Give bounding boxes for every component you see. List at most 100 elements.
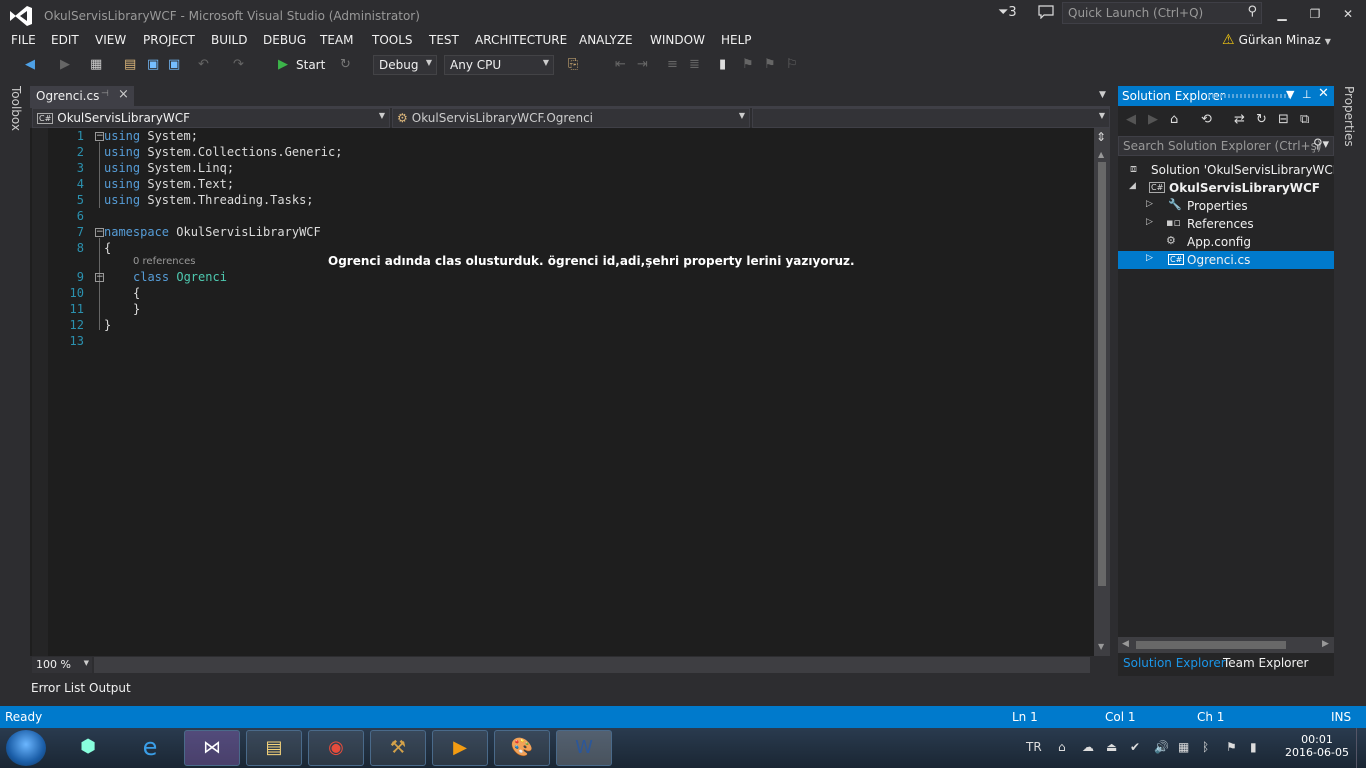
network-share-icon[interactable]: ⌂ bbox=[1058, 740, 1066, 754]
show-all-files-icon[interactable]: ⧉ bbox=[1300, 112, 1309, 127]
tray-app-icon[interactable]: ☁ bbox=[1082, 740, 1094, 754]
maximize-button[interactable]: ❐ bbox=[1303, 3, 1327, 25]
solution-platform-select[interactable]: Any CPU ▼ bbox=[444, 55, 554, 75]
start-button[interactable]: Start bbox=[296, 58, 325, 72]
user-account[interactable]: ⚠ Gürkan Minaz ▼ bbox=[1222, 32, 1331, 48]
paint-icon[interactable]: 🎨 bbox=[494, 730, 550, 766]
quick-launch-input[interactable]: Quick Launch (Ctrl+Q) ⚲ bbox=[1062, 2, 1262, 24]
tree-item-properties[interactable]: ▷ 🔧 Properties bbox=[1118, 197, 1334, 215]
comment-icon[interactable]: ≡ bbox=[667, 57, 678, 72]
input-language[interactable]: TR bbox=[1026, 740, 1042, 754]
action-center-icon[interactable]: ⚑ bbox=[1226, 740, 1237, 754]
properties-tab[interactable]: Properties bbox=[1342, 86, 1356, 147]
outdent-icon[interactable]: ⇥ bbox=[637, 57, 648, 72]
menu-project[interactable]: PROJECT bbox=[143, 33, 195, 47]
open-file-icon[interactable]: ▤ bbox=[124, 57, 136, 72]
collapsed-icon[interactable]: ▷ bbox=[1146, 199, 1153, 209]
scroll-down-icon[interactable]: ▼ bbox=[1098, 642, 1104, 651]
history-icon[interactable]: ⟲ bbox=[1201, 112, 1212, 127]
save-all-icon[interactable]: ▣ bbox=[168, 57, 180, 72]
forward-icon[interactable]: ▶ bbox=[60, 57, 70, 72]
play-icon[interactable]: ▶ bbox=[278, 57, 288, 72]
menu-team[interactable]: TEAM bbox=[320, 33, 353, 47]
drag-grip[interactable] bbox=[1208, 94, 1292, 98]
sync-icon[interactable]: ⇄ bbox=[1234, 112, 1245, 127]
close-icon[interactable]: ✕ bbox=[1318, 86, 1329, 101]
collapsed-icon[interactable]: ▷ bbox=[1146, 217, 1153, 227]
tab-list-dropdown-icon[interactable]: ▼ bbox=[1099, 90, 1106, 100]
menu-build[interactable]: BUILD bbox=[211, 33, 247, 47]
member-dropdown[interactable]: ▼ bbox=[752, 108, 1110, 128]
show-desktop-button[interactable] bbox=[1356, 728, 1366, 768]
codelens-references[interactable]: 0 references bbox=[133, 256, 196, 267]
tools-app-icon[interactable]: ⚒ bbox=[370, 730, 426, 766]
refresh-icon[interactable]: ↻ bbox=[1256, 112, 1267, 127]
safely-remove-icon[interactable]: ⏏ bbox=[1106, 740, 1117, 754]
bluetooth-icon[interactable]: ᛒ bbox=[1202, 740, 1209, 754]
menu-tools[interactable]: TOOLS bbox=[372, 33, 413, 47]
chrome-icon[interactable]: ◉ bbox=[308, 730, 364, 766]
save-icon[interactable]: ▣ bbox=[147, 57, 159, 72]
zoom-select[interactable]: 100 % ▼ bbox=[32, 657, 92, 673]
menu-view[interactable]: VIEW bbox=[95, 33, 126, 47]
expanded-icon[interactable]: ◢ bbox=[1129, 181, 1136, 191]
uncomment-icon[interactable]: ≣ bbox=[689, 57, 700, 72]
clear-bookmarks-icon[interactable]: ⚐ bbox=[786, 57, 798, 72]
tree-item-solution[interactable]: ⧈ Solution 'OkulServisLibraryWCF' (1 bbox=[1118, 161, 1334, 179]
pin-icon[interactable]: ⊥ bbox=[1302, 88, 1312, 101]
close-button[interactable]: ✕ bbox=[1336, 3, 1360, 25]
project-dropdown[interactable]: C# OkulServisLibraryWCF ▼ bbox=[32, 108, 390, 128]
indent-icon[interactable]: ⇤ bbox=[615, 57, 626, 72]
feedback-icon[interactable] bbox=[1038, 5, 1054, 19]
word-icon[interactable]: W bbox=[556, 730, 612, 766]
collapse-all-icon[interactable]: ⊟ bbox=[1278, 112, 1289, 127]
menu-test[interactable]: TEST bbox=[429, 33, 459, 47]
tree-item-project[interactable]: ◢ C# OkulServisLibraryWCF bbox=[1118, 179, 1334, 197]
network-icon[interactable]: ▦ bbox=[1178, 740, 1189, 754]
collapse-icon[interactable]: − bbox=[95, 132, 104, 141]
new-project-icon[interactable]: ▦ bbox=[90, 57, 102, 72]
redo-icon[interactable]: ↷ bbox=[233, 57, 244, 72]
minimize-button[interactable]: ▁ bbox=[1270, 3, 1294, 25]
collapse-icon[interactable]: − bbox=[95, 273, 104, 282]
tray-check-icon[interactable]: ✔ bbox=[1130, 740, 1140, 754]
scroll-up-icon[interactable]: ▲ bbox=[1098, 150, 1104, 159]
file-explorer-icon[interactable]: ▤ bbox=[246, 730, 302, 766]
forward-icon[interactable]: ▶ bbox=[1148, 112, 1158, 127]
tree-item-references[interactable]: ▷ ▪▫ References bbox=[1118, 215, 1334, 233]
menu-file[interactable]: FILE bbox=[11, 33, 36, 47]
solution-scroll-thumb[interactable] bbox=[1136, 641, 1286, 649]
menu-window[interactable]: WINDOW bbox=[650, 33, 705, 47]
tab-ogrenci-cs[interactable]: Ogrenci.cs ⊣ × bbox=[30, 86, 134, 106]
menu-architecture[interactable]: ARCHITECTURE bbox=[475, 33, 567, 47]
collapsed-icon[interactable]: ▷ bbox=[1146, 253, 1153, 263]
power-icon[interactable]: ▮ bbox=[1250, 740, 1257, 754]
blocks-app-icon[interactable]: ⬢ bbox=[60, 730, 116, 766]
scroll-right-icon[interactable]: ▶ bbox=[1322, 639, 1329, 649]
tab-solution-explorer[interactable]: Solution Explorer bbox=[1123, 656, 1226, 670]
editor-scroll-thumb[interactable] bbox=[1098, 162, 1106, 586]
solution-configuration-select[interactable]: Debug ▼ bbox=[373, 55, 437, 75]
start-button[interactable] bbox=[6, 730, 46, 766]
internet-explorer-icon[interactable]: e bbox=[122, 730, 178, 766]
tab-error-list[interactable]: Error List bbox=[31, 681, 85, 695]
refresh-icon[interactable]: ↻ bbox=[340, 57, 351, 72]
pin-icon[interactable]: ⊣ bbox=[101, 89, 109, 99]
back-icon[interactable]: ◀ bbox=[25, 57, 35, 72]
window-position-icon[interactable]: ▼ bbox=[1286, 88, 1294, 101]
system-clock[interactable]: 00:01 2016-06-05 bbox=[1282, 733, 1352, 759]
tab-output[interactable]: Output bbox=[89, 681, 131, 695]
close-tab-icon[interactable]: × bbox=[118, 87, 129, 102]
type-dropdown[interactable]: ⚙ OkulServisLibraryWCF.Ogrenci ▼ bbox=[392, 108, 750, 128]
menu-debug[interactable]: DEBUG bbox=[263, 33, 306, 47]
notifications-flag[interactable]: ⏷3 bbox=[998, 5, 1017, 20]
visual-studio-taskbar-icon[interactable]: ⋈ bbox=[184, 730, 240, 766]
find-in-files-icon[interactable]: ⎘ bbox=[568, 57, 578, 72]
media-player-icon[interactable]: ▶ bbox=[432, 730, 488, 766]
tree-item-ogrenci-cs[interactable]: ▷ C# Ogrenci.cs bbox=[1118, 251, 1334, 269]
editor-horizontal-scrollbar[interactable] bbox=[94, 657, 1090, 673]
solution-search-input[interactable]: Search Solution Explorer (Ctrl+ş) ⚲▾ bbox=[1118, 136, 1334, 156]
collapse-icon[interactable]: − bbox=[95, 228, 104, 237]
toolbox-tab[interactable]: Toolbox bbox=[9, 86, 23, 131]
tree-item-app-config[interactable]: ⚙ App.config bbox=[1118, 233, 1334, 251]
